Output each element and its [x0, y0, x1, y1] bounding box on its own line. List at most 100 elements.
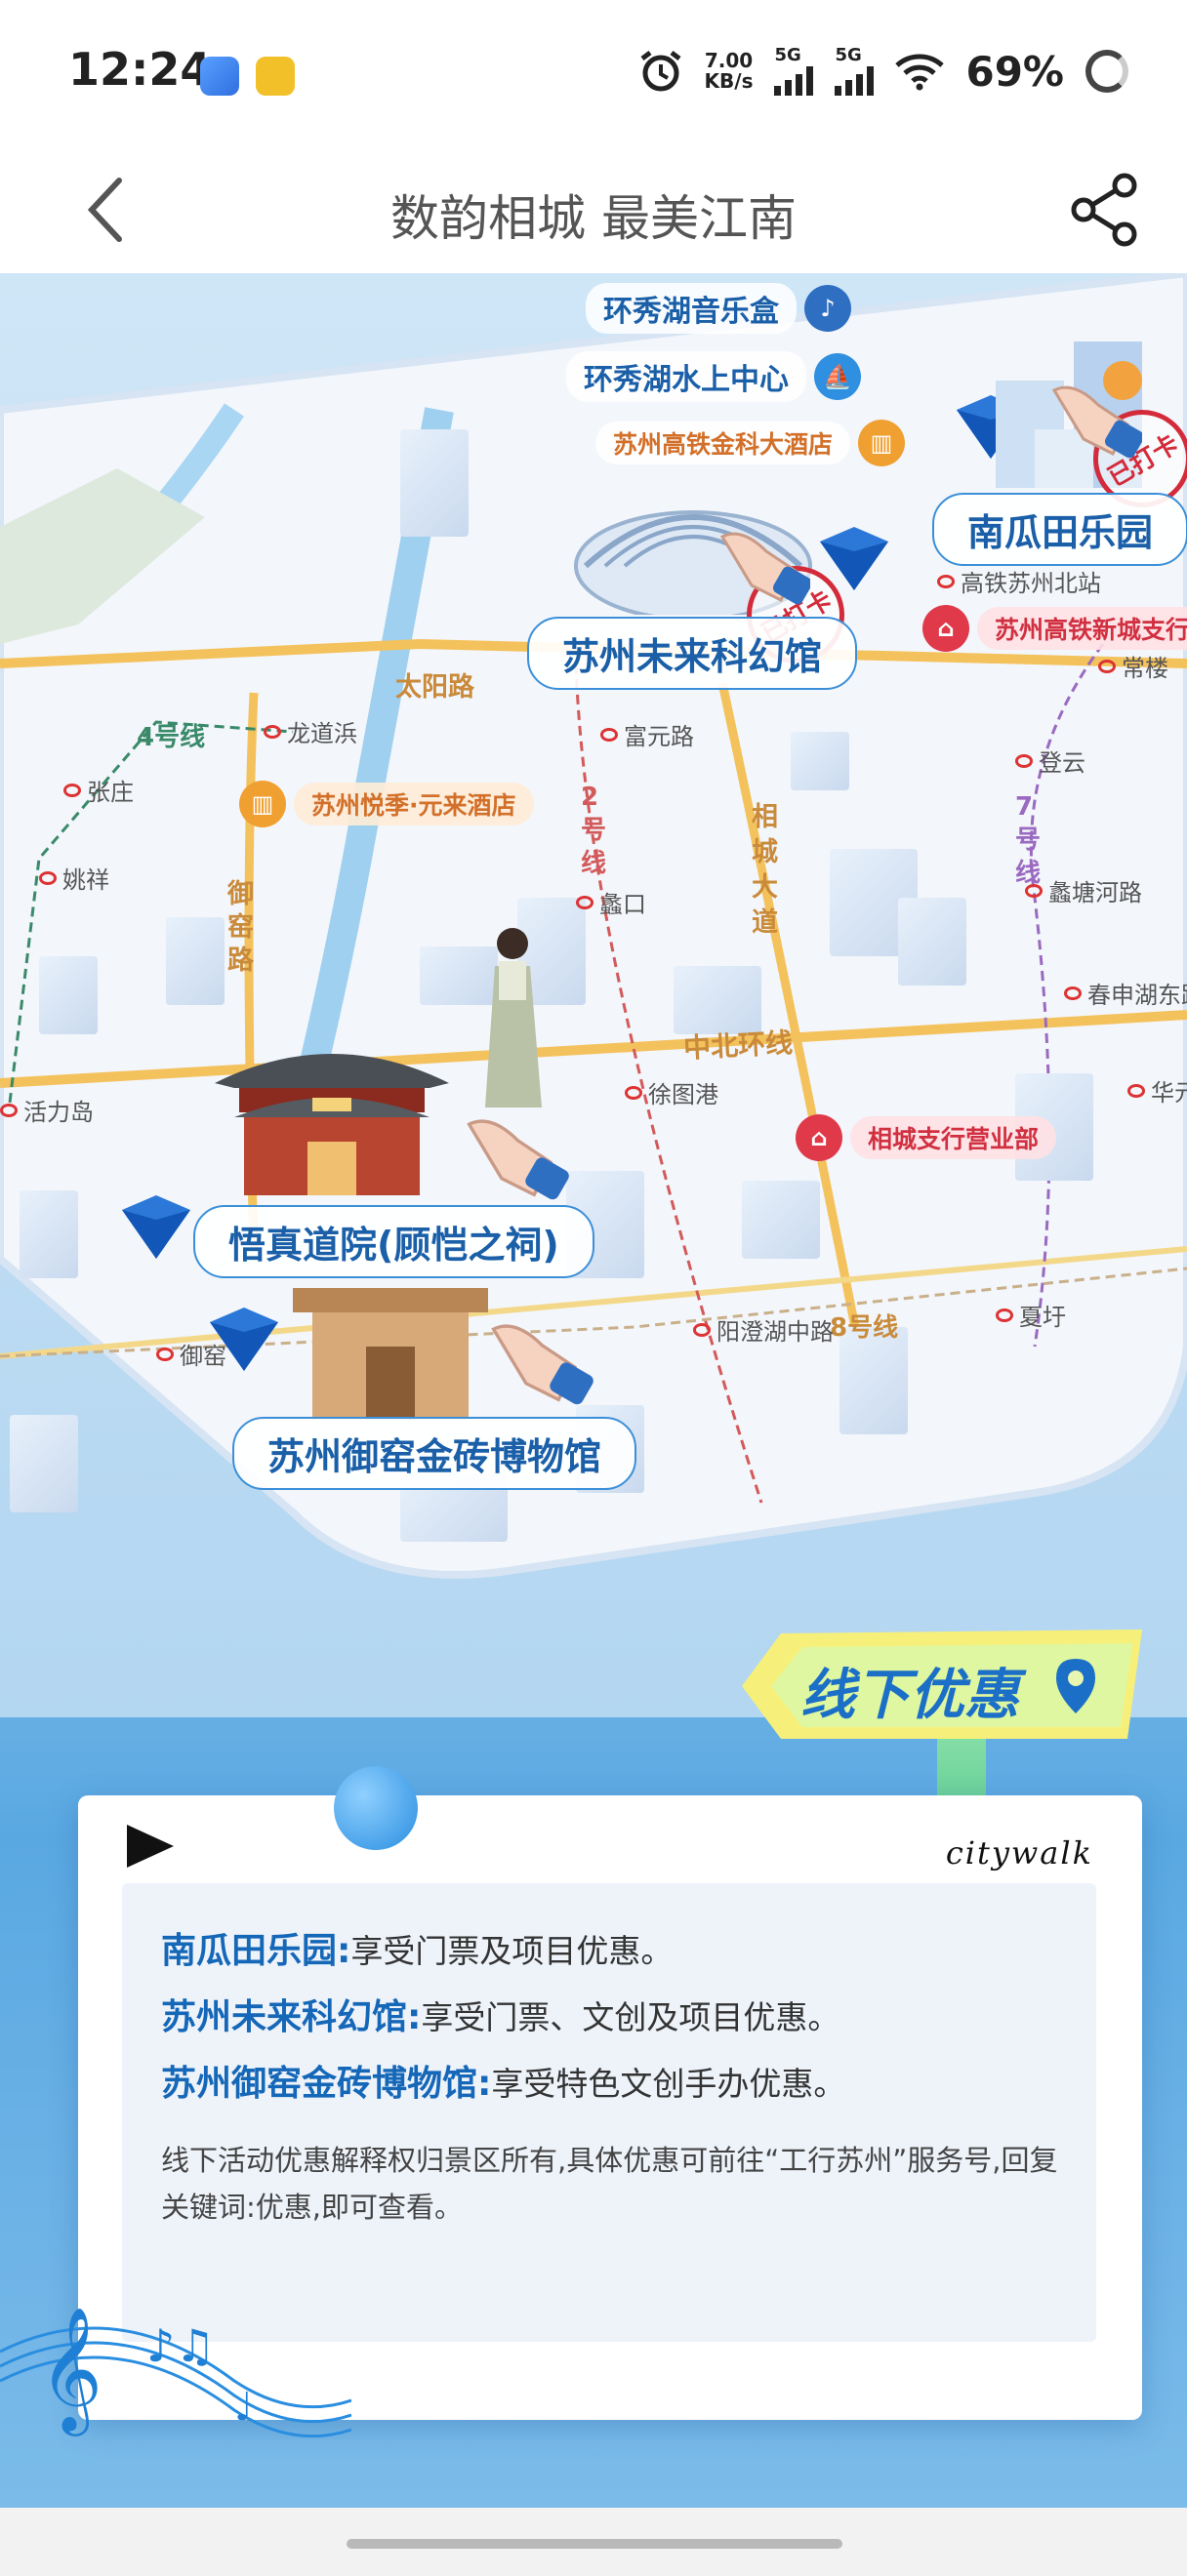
svg-text:♩: ♩ [234, 2385, 253, 2430]
tag-label: 环秀湖水上中心 [566, 351, 806, 402]
battery-ring-icon [1085, 50, 1128, 93]
play-icon [127, 1825, 174, 1868]
net-speed-unit: KB/s [704, 69, 754, 93]
tag-water-center[interactable]: 环秀湖水上中心 ⛵ [566, 351, 861, 402]
offer-desc: 享受门票、文创及项目优惠。 [421, 1998, 840, 2036]
metro-icon [1015, 753, 1033, 768]
metro-icon [1127, 1083, 1145, 1098]
offer-place: 苏州未来科幻馆: [161, 1997, 422, 2037]
battery-percent: 69% [965, 47, 1064, 96]
metro-line-label: 8号线 [830, 1313, 899, 1343]
golden-brick-museum-illustration [293, 1288, 488, 1420]
offer-item: 苏州未来科幻馆:享受门票、文创及项目优惠。 [161, 1989, 839, 2039]
map-building [400, 429, 469, 537]
metro-icon [576, 895, 594, 909]
station-label: 高铁苏州北站 [937, 564, 1101, 598]
map-building [791, 732, 849, 790]
signal-icon [835, 64, 875, 96]
metro-icon [63, 783, 81, 797]
metro-icon [39, 870, 57, 885]
wuzhen-temple-illustration [215, 1054, 449, 1195]
citywalk-brand: citywalk [945, 1834, 1093, 1872]
metro-icon [156, 1347, 174, 1361]
bank-icon: ⌂ [796, 1114, 842, 1161]
offer-desc: 享受特色文创手办优惠。 [491, 2065, 846, 2103]
title-bar: 数韵相城 最美江南 [0, 146, 1187, 273]
station-label: 张庄 [63, 773, 134, 807]
road-label: 相城大道 [752, 802, 778, 938]
svg-text:𝄞: 𝄞 [39, 2306, 102, 2436]
metro-icon [1025, 883, 1043, 898]
home-indicator[interactable] [347, 2539, 842, 2549]
offers-disclaimer: 线下活动优惠解释权归景区所有,具体优惠可前往“工行苏州”服务号,回复关键词:优惠… [161, 2144, 1058, 2224]
alarm-icon [640, 51, 681, 92]
signal-1: 5G [774, 45, 814, 96]
status-right: 7.00 KB/s 5G 5G 69% [638, 47, 1128, 96]
main-content: 太阳路 御窑路 相城大道 中北环线 4号线 2号线 7号线 8号线 龙道浜 张庄… [0, 273, 1187, 2508]
metro-icon [1098, 659, 1116, 673]
blue-dot-decoration [334, 1766, 418, 1850]
status-time: 12:24 [68, 43, 212, 96]
metro-icon [0, 1103, 18, 1117]
station-label: 蠡口 [576, 885, 646, 919]
attraction-sci-fi-museum[interactable]: 苏州未来科幻馆 [527, 617, 858, 690]
tag-label: 相城支行营业部 [850, 1116, 1057, 1159]
map-pin-gem [210, 1308, 278, 1371]
music-notes-decoration: 𝄞 ♪♫ ♩ [0, 2306, 351, 2438]
road-label: 太阳路 [395, 672, 474, 703]
road-label: 中北环线 [682, 1026, 794, 1065]
network-type-2: 5G [835, 45, 862, 65]
offer-item: 南瓜田乐园:享受门票及项目优惠。 [161, 1922, 673, 1973]
map-building [20, 1190, 78, 1278]
road-label: 御窑路 [227, 879, 254, 976]
attraction-pumpkin-park[interactable]: 南瓜田乐园 [932, 493, 1187, 566]
station-label: 华元 [1127, 1073, 1187, 1107]
station-label: 徐图港 [625, 1075, 718, 1109]
share-icon[interactable] [1060, 166, 1148, 254]
hotel-icon: ▥ [858, 420, 906, 466]
metro-line-label: 4号线 [137, 723, 206, 752]
metro-icon [996, 1308, 1013, 1322]
station-label: 常楼 [1098, 649, 1168, 683]
copy-app-icon [256, 57, 295, 96]
illustrated-map: 太阳路 御窑路 相城大道 中北环线 4号线 2号线 7号线 8号线 龙道浜 张庄… [0, 273, 1187, 1717]
tag-hotel-hsr[interactable]: 苏州高铁金科大酒店 ▥ [595, 420, 906, 466]
metro-icon [1064, 986, 1082, 1000]
hotel-icon: ▥ [239, 781, 286, 827]
signal-icon [774, 64, 814, 96]
metro-icon [937, 574, 955, 588]
tag-music-box[interactable]: 环秀湖音乐盒 ♪ [586, 283, 851, 334]
map-pin-gem [122, 1195, 190, 1259]
tap-hand-icon [719, 532, 810, 605]
metro-icon [625, 1085, 642, 1100]
offer-place: 苏州御窑金砖博物馆: [161, 2064, 492, 2104]
status-bar: 12:24 7.00 KB/s 5G 5G 69% [0, 0, 1187, 146]
tap-hand-icon [491, 1324, 594, 1405]
network-type-1: 5G [774, 45, 801, 65]
bank-icon: ⌂ [922, 605, 969, 652]
kayak-icon: ⛵ [814, 353, 861, 400]
net-speed: 7.00 KB/s [705, 51, 754, 92]
attraction-wuzhen-temple[interactable]: 悟真道院(顾恺之祠) [193, 1205, 594, 1278]
offline-banner-text: 线下优惠 [800, 1664, 1019, 1727]
attraction-golden-brick-museum[interactable]: 苏州御窑金砖博物馆 [232, 1417, 637, 1490]
offer-desc: 享受门票及项目优惠。 [350, 1932, 674, 1970]
gesture-bar [0, 2508, 1187, 2576]
tag-label: 苏州高铁金科大酒店 [595, 422, 851, 464]
metro-line-label: 2号线 [581, 783, 607, 878]
woman-figure-illustration [485, 928, 542, 1107]
metro-icon [600, 727, 618, 742]
tag-label: 环秀湖音乐盒 [586, 283, 797, 334]
tag-bank-xiangcheng[interactable]: ⌂ 相城支行营业部 [796, 1114, 1057, 1161]
signal-2: 5G [835, 45, 875, 96]
tag-label: 苏州高铁新城支行 [977, 607, 1187, 650]
station-label: 登云 [1015, 744, 1085, 778]
message-app-icon [200, 57, 239, 96]
station-label: 蠡塘河路 [1025, 873, 1142, 907]
tag-hotel-yuelai[interactable]: ▥ 苏州悦季·元来酒店 [239, 781, 534, 827]
map-building [166, 917, 225, 1005]
net-speed-value: 7.00 [704, 49, 754, 72]
music-box-icon: ♪ [804, 285, 851, 332]
tag-label: 苏州悦季·元来酒店 [294, 783, 534, 825]
tag-bank-hsr[interactable]: ⌂ 苏州高铁新城支行 [922, 605, 1187, 652]
